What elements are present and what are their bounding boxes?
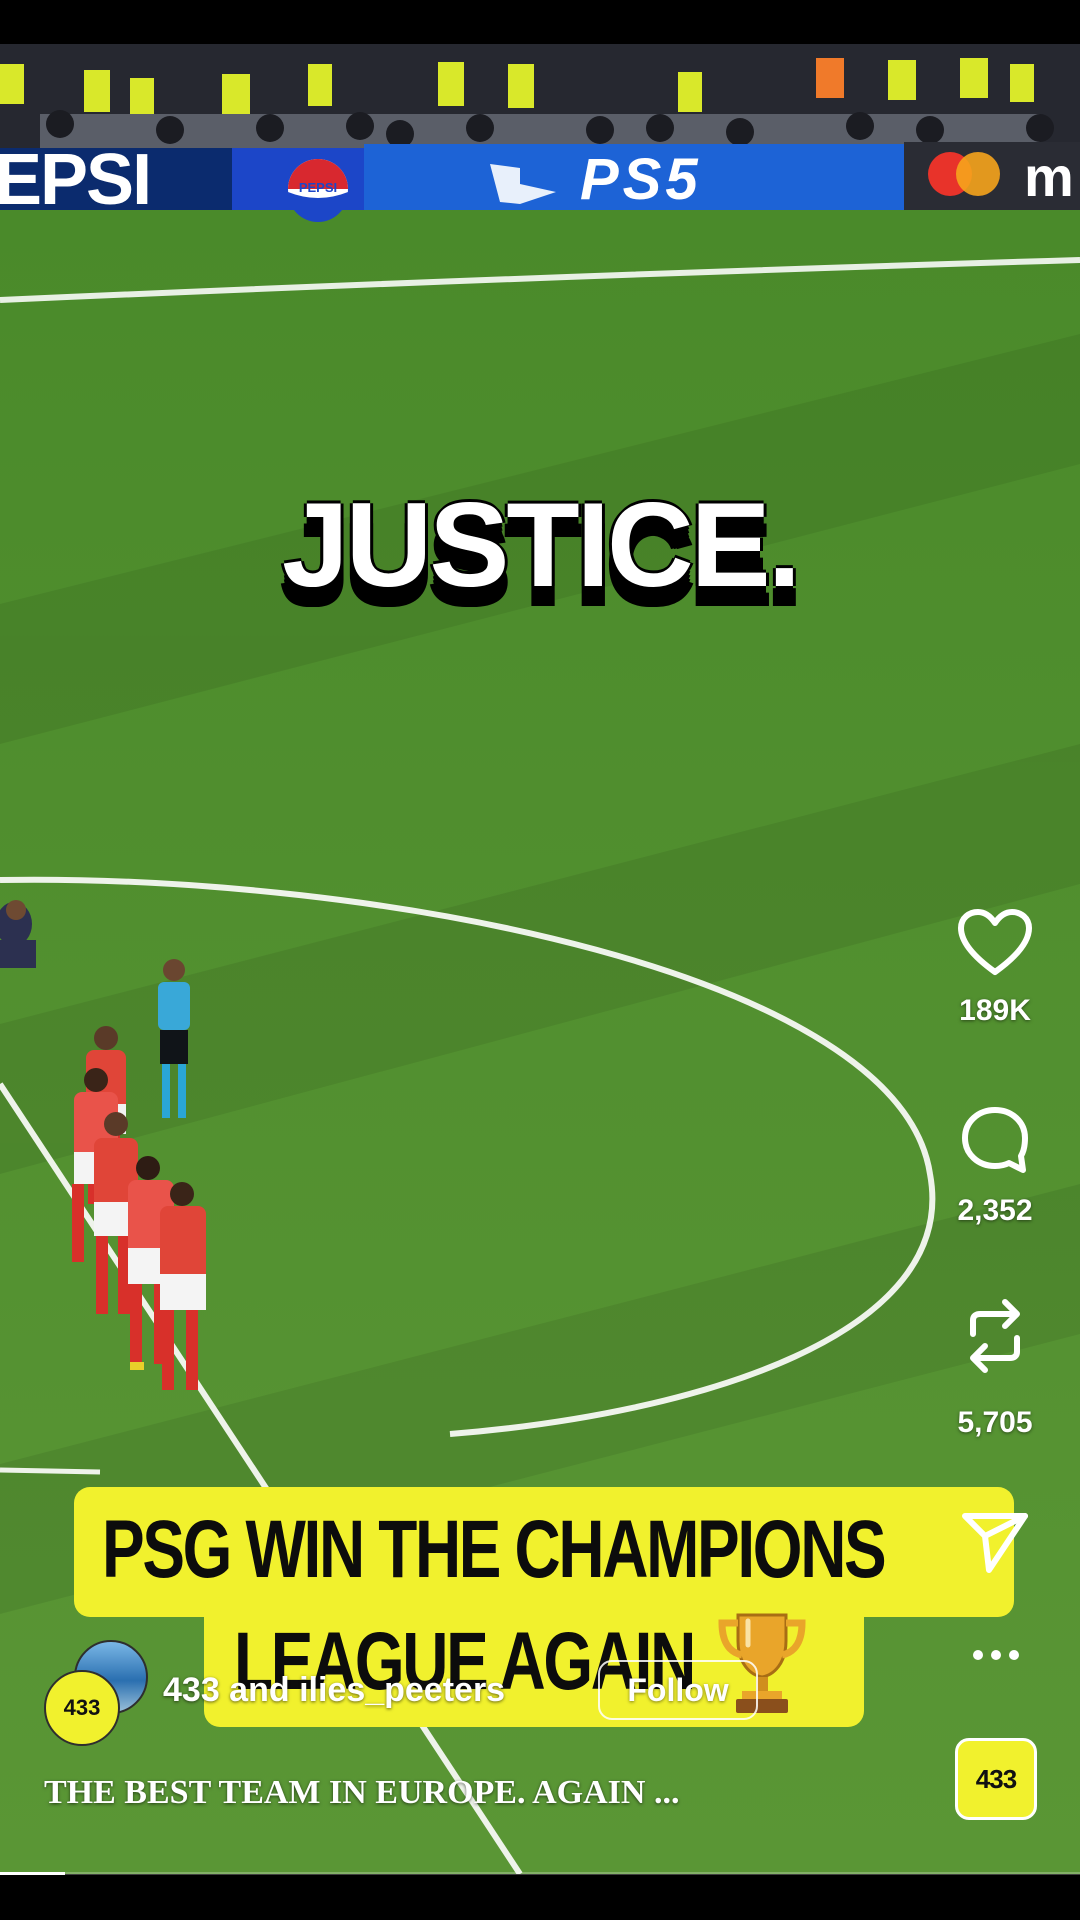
video-progress-fill: [0, 1872, 65, 1875]
ad-board-text: EPSI: [0, 140, 150, 220]
post-caption[interactable]: THE BEST TEAM IN EUROPE. AGAIN ...: [44, 1774, 679, 1812]
ad-board-pepsi: PEPSI: [299, 180, 337, 195]
repost-button[interactable]: 5,705: [940, 1296, 1050, 1440]
like-count: 189K: [959, 994, 1031, 1027]
comment-count: 2,352: [957, 1194, 1033, 1227]
reel-screen: EPSI PEPSI PS5 m JUSTICE. PSG WIN THE CH…: [0, 0, 1080, 1920]
ad-board-ps5: PS5: [580, 147, 702, 212]
send-icon: [962, 1513, 1028, 1573]
like-button[interactable]: 189K: [940, 908, 1050, 1028]
video-player[interactable]: EPSI PEPSI PS5 m JUSTICE. PSG WIN THE CH…: [0, 44, 1080, 1874]
audio-badge[interactable]: 433: [955, 1738, 1037, 1820]
repost-icon: [970, 1299, 1020, 1373]
comment-button[interactable]: 2,352: [940, 1104, 1050, 1228]
video-overlay-caption: JUSTICE.: [281, 478, 801, 612]
comment-icon: [962, 1107, 1028, 1173]
video-progress-bar[interactable]: [0, 1872, 1080, 1875]
author-names[interactable]: 433 and ilies_peeters: [163, 1671, 505, 1710]
avatar[interactable]: 433: [44, 1670, 120, 1746]
banner-headline-line: PSG WIN THE CHAMPIONS: [102, 1504, 887, 1595]
repost-count: 5,705: [957, 1406, 1033, 1439]
share-button[interactable]: [940, 1510, 1050, 1576]
ad-board-text: m: [1024, 145, 1074, 208]
follow-button[interactable]: Follow: [598, 1660, 758, 1720]
avatar-stack[interactable]: 433: [44, 1640, 148, 1746]
heart-icon: [958, 909, 1032, 975]
more-icon[interactable]: [966, 1640, 1026, 1670]
